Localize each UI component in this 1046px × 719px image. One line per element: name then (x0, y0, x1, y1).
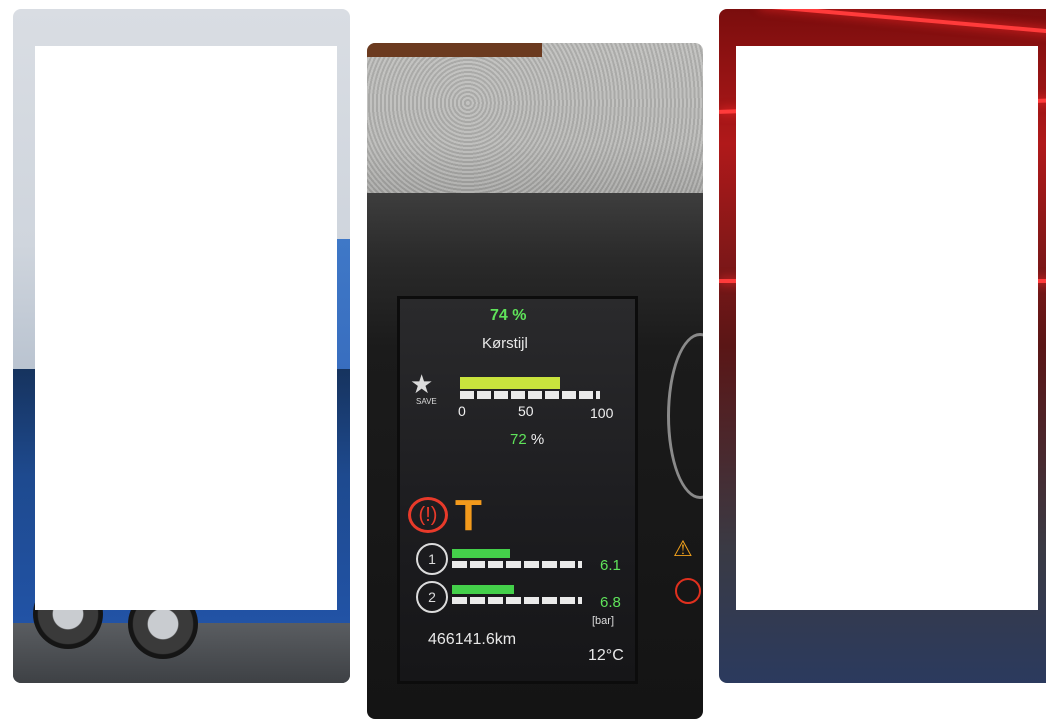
circuit-2-icon: 2 (416, 581, 448, 613)
instrument-display: 74 % Kørstijl ★ SAVE 0 50 100 72 % (!) T… (397, 296, 638, 684)
pressure-scale-1 (452, 561, 582, 568)
speedometer-edge (667, 333, 703, 499)
pressure-bar-2 (452, 585, 514, 594)
driving-style-scale (460, 391, 600, 399)
warning-icon: ⚠ (673, 536, 693, 561)
odometer: 466141.6km (428, 631, 517, 648)
dashboard-cover (367, 43, 703, 193)
trailer-icon: T (455, 491, 482, 540)
range-percent: 74 % (490, 307, 527, 324)
star-label: SAVE (416, 397, 437, 406)
outside-temperature: 12°C (588, 647, 624, 664)
screen-title: Kørstijl (482, 335, 528, 352)
driving-style-percent: 72 % (510, 431, 544, 448)
tick-label-50: 50 (518, 403, 534, 419)
driving-style-value: 72 (510, 431, 527, 448)
pressure-unit: [bar] (592, 615, 615, 627)
photo-dashboard: ⚠ 74 % Kørstijl ★ SAVE 0 50 100 72 % (!)… (367, 43, 703, 719)
pressure-scale-2 (452, 597, 582, 604)
circuit-1-icon: 1 (416, 543, 448, 575)
driving-style-unit: % (530, 431, 545, 448)
redaction-box (736, 46, 1038, 610)
tick-label-100: 100 (590, 405, 614, 421)
red-light-beam (759, 9, 1046, 35)
pressure-value-1: 6.1 (600, 557, 621, 574)
redaction-box (35, 46, 337, 610)
brake-warning-icon: (!) (408, 497, 448, 533)
driving-style-bar (460, 377, 560, 389)
star-icon: ★ (410, 369, 434, 399)
tick-label-0: 0 (458, 403, 466, 419)
pressure-bar-1 (452, 549, 510, 558)
pressure-value-2: 6.8 (600, 594, 621, 611)
top-strip (367, 43, 542, 57)
warning-light (675, 578, 701, 604)
